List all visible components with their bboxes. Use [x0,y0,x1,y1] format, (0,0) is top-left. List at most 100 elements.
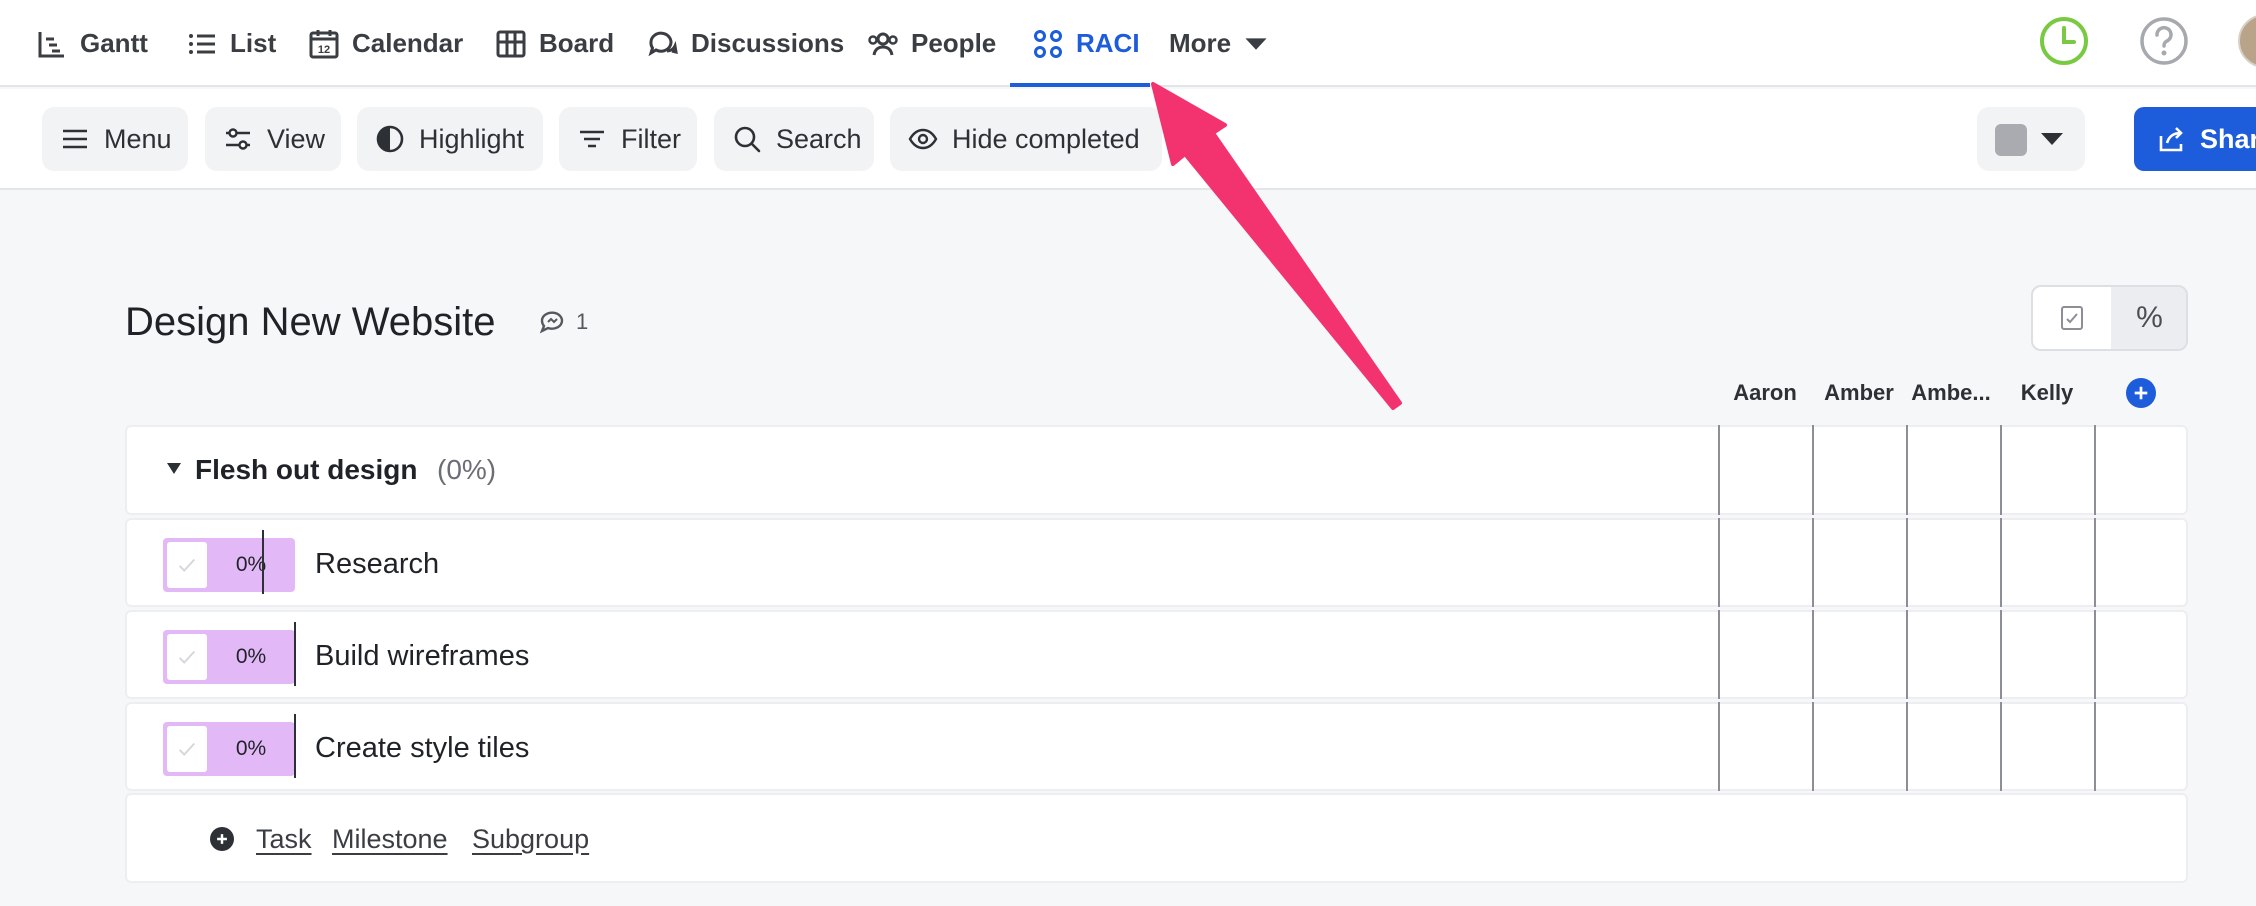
list-icon [189,33,215,54]
search-button[interactable]: Search [714,107,874,171]
tab-people[interactable]: People [867,0,996,87]
comment-count: 1 [576,309,589,334]
add-subgroup-link[interactable]: Subgroup [472,824,589,855]
clock-icon[interactable] [2039,16,2089,66]
column-divider [1718,518,1720,607]
tab-gantt[interactable]: Gantt [36,0,148,87]
column-divider [1718,610,1720,699]
task-name[interactable]: Create style tiles [315,732,529,765]
task-name[interactable]: Build wireframes [315,640,529,673]
task-name[interactable]: Research [315,548,439,581]
raci-cells [1718,425,2188,515]
tab-more[interactable]: More [1169,0,1269,87]
progress-marker [294,622,296,686]
column-divider [1718,425,1720,515]
task-row: 0% Research [125,518,2188,607]
menu-button-label: Menu [104,123,172,154]
task-checkbox[interactable] [167,634,207,680]
filter-button[interactable]: Filter [559,107,697,171]
task-progress-badge[interactable]: 0% [163,722,295,776]
tab-discussions-label: Discussions [691,28,845,58]
column-divider [2094,518,2096,607]
person-column-aaron[interactable]: Aaron [1720,380,1810,406]
checkbox-icon [2061,306,2083,330]
tab-discussions[interactable]: Discussions [647,0,844,87]
column-divider [1906,518,1908,607]
chevron-down-icon [2041,133,2063,145]
tab-calendar[interactable]: 12 Calendar [308,0,463,87]
calendar-icon: 12 [309,29,339,58]
comment-icon [539,311,564,334]
tab-raci-label: RACI [1076,28,1140,58]
contrast-icon [376,125,404,153]
task-checkbox[interactable] [167,726,207,772]
avatar[interactable] [2238,14,2256,68]
check-icon [179,650,196,664]
raci-cells [1718,702,2188,791]
person-column-ambe[interactable]: Ambe... [1906,380,1996,406]
add-item-row: Task Milestone Subgroup [125,793,2188,883]
share-button[interactable]: Shar [2134,107,2256,171]
top-navigation: Gantt List 12 Calendar Board Discussions… [0,0,2256,87]
help-icon[interactable] [2139,16,2189,66]
check-icon [179,558,196,572]
person-column-amber[interactable]: Amber [1814,380,1904,406]
hamburger-icon [63,129,87,149]
group-row: Flesh out design (0%) [125,425,2188,515]
filter-icon [580,130,604,148]
hide-completed-button-label: Hide completed [952,123,1140,154]
progress-marker [262,530,264,594]
column-divider [1906,610,1908,699]
calendar-icon-day: 12 [318,44,330,56]
task-row: 0% Create style tiles [125,702,2188,791]
comment-badge[interactable]: 1 [538,308,588,336]
task-progress: 0% [235,553,267,576]
person-column-kelly[interactable]: Kelly [2002,380,2092,406]
group-progress: (0%) [437,454,497,485]
tab-list[interactable]: List [186,0,276,87]
highlight-button[interactable]: Highlight [357,107,543,171]
color-swatch [1995,124,2027,156]
gantt-icon [38,31,64,57]
hide-completed-button[interactable]: Hide completed [890,107,1162,171]
tab-board[interactable]: Board [495,0,614,87]
task-progress-badge[interactable]: 0% [163,630,295,684]
share-button-label: Shar [2200,123,2256,154]
color-picker[interactable] [1977,107,2085,171]
share-icon [2159,127,2183,152]
raci-icon [1034,29,1062,58]
sliders-icon [226,128,250,150]
chevron-down-icon [1245,37,1267,50]
plus-icon [217,834,227,844]
add-task-link[interactable]: Task [256,824,312,855]
column-divider [2000,425,2002,515]
eye-icon [908,128,938,150]
task-progress-badge[interactable]: 0% [163,538,295,592]
column-divider [1812,610,1814,699]
add-circle-icon[interactable] [210,827,234,851]
column-divider [2000,702,2002,791]
progress-marker [294,714,296,778]
menu-button[interactable]: Menu [42,107,188,171]
tab-calendar-label: Calendar [352,28,464,58]
percent-mode-button[interactable]: % [2111,287,2186,349]
column-divider [2000,518,2002,607]
task-row: 0% Build wireframes [125,610,2188,699]
column-divider [1812,425,1814,515]
column-divider [1906,702,1908,791]
collapse-caret-icon[interactable] [167,463,181,474]
add-person-button[interactable] [2126,378,2156,408]
view-button[interactable]: View [205,107,341,171]
task-checkbox[interactable] [167,542,207,588]
search-button-label: Search [776,123,862,154]
filter-button-label: Filter [621,123,681,154]
board-icon [496,30,526,57]
toolbar: Menu View Highlight Filter Search Hide c… [0,89,2256,190]
group-name[interactable]: Flesh out design [195,454,417,486]
add-milestone-link[interactable]: Milestone [332,824,448,855]
tab-raci[interactable]: RACI [1032,0,1140,87]
people-icon [868,32,898,55]
checkbox-mode-button[interactable] [2033,287,2111,349]
column-divider [2094,425,2096,515]
raci-mode-toggle: % [2031,285,2188,351]
